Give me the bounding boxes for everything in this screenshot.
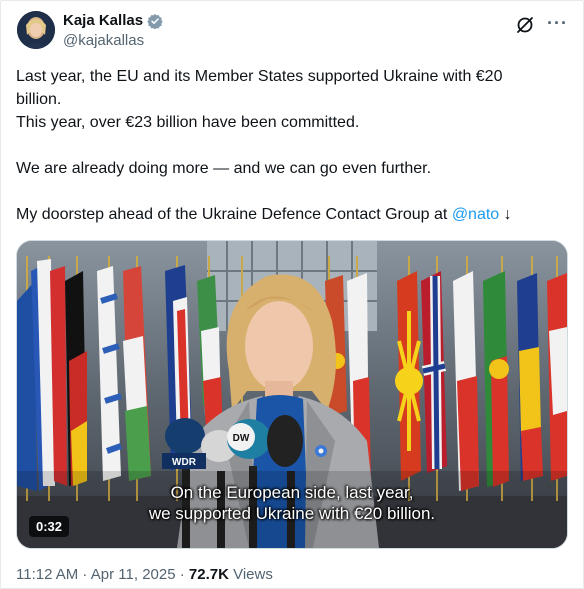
tweet-text-line: This year, over €23 billion have been co… — [16, 114, 360, 131]
author-name-row: Kaja Kallas — [63, 12, 163, 29]
mic-label-dw: DW — [233, 433, 250, 444]
verified-badge-icon[interactable] — [147, 13, 163, 29]
views-count[interactable]: 72.7K — [189, 566, 229, 583]
tweet-text-line: We are already doing more — and we can g… — [16, 160, 432, 177]
mention-link[interactable]: @nato — [452, 206, 499, 223]
mic-label-wdr: WDR — [172, 457, 197, 468]
meta-separator: · — [78, 566, 91, 583]
arrow-down-text: ↓ — [499, 206, 512, 223]
author-handle[interactable]: @kajakallas — [63, 32, 144, 49]
views-label: Views — [228, 566, 273, 583]
author-name[interactable]: Kaja Kallas — [63, 12, 143, 29]
tweet-text-line: Last year, the EU and its Member States … — [16, 68, 503, 85]
video-duration-badge: 0:32 — [29, 516, 70, 537]
post-time[interactable]: 11:12 AM — [16, 566, 78, 583]
tweet-meta: 11:12 AM · Apr 11, 2025 · 72.7K Views — [16, 566, 273, 583]
text-prefix: My doorstep ahead of the Ukraine Defence… — [16, 206, 452, 223]
tweet-text-line: My doorstep ahead of the Ukraine Defence… — [16, 203, 566, 226]
meta-separator: · — [175, 566, 189, 583]
post-date[interactable]: Apr 11, 2025 — [91, 566, 176, 583]
tweet-text-line: billion. — [16, 91, 62, 108]
grok-icon[interactable] — [515, 15, 535, 35]
video-player[interactable]: WDR DW On the European side, last year, … — [16, 240, 568, 549]
avatar[interactable] — [17, 11, 55, 49]
tweet-text: Last year, the EU and its Member States … — [16, 65, 566, 226]
more-icon[interactable]: ··· — [547, 13, 568, 34]
video-caption-line: we supported Ukraine with €20 billion. — [148, 504, 436, 523]
tweet-card: Kaja Kallas @kajakallas ··· Last year, t… — [0, 0, 584, 589]
video-caption-line: On the European side, last year, — [170, 483, 414, 502]
